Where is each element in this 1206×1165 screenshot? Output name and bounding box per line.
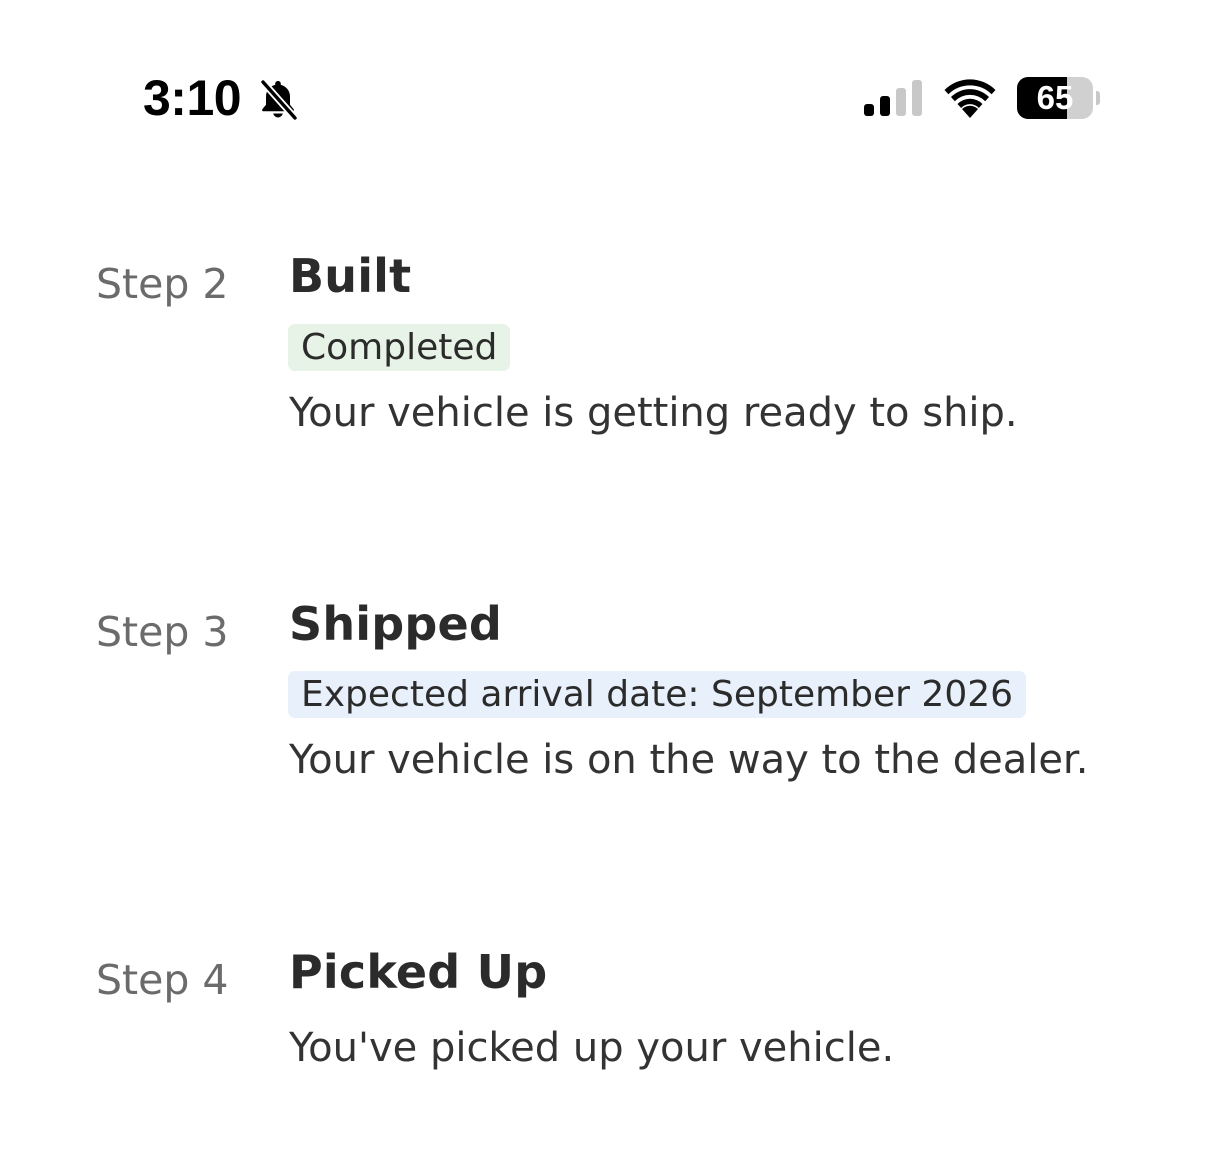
status-badge: Completed (288, 324, 511, 371)
cellular-signal-icon (864, 80, 922, 116)
battery-level: 65 (1036, 79, 1074, 116)
step-label: Step 2 (96, 260, 229, 308)
step-label: Step 4 (96, 956, 229, 1004)
step-title: Built (289, 249, 412, 303)
step-description: Your vehicle is on the way to the dealer… (289, 737, 1089, 783)
status-bar: 3:10 65 (0, 0, 1206, 170)
step-title: Picked Up (289, 945, 548, 999)
status-time: 3:10 (143, 70, 242, 126)
step-description: You've picked up your vehicle. (289, 1025, 895, 1071)
step-description: Your vehicle is getting ready to ship. (289, 390, 1018, 436)
wifi-icon (944, 79, 996, 118)
bell-slash-icon (259, 78, 299, 122)
step-title: Shipped (289, 597, 503, 651)
step-label: Step 3 (96, 608, 229, 656)
arrival-date-badge: Expected arrival date: September 2026 (288, 671, 1027, 718)
